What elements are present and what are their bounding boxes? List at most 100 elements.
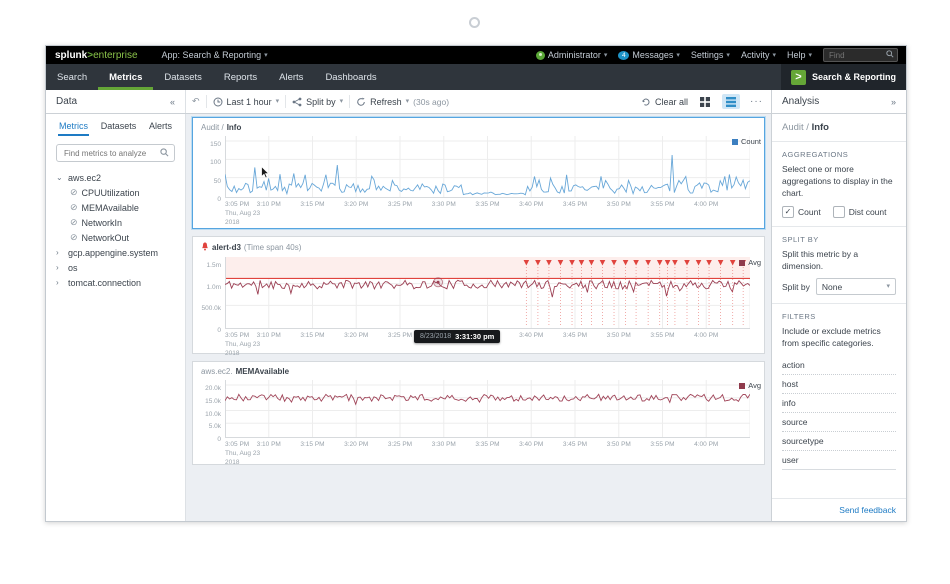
app-badge[interactable]: > Search & Reporting (781, 64, 906, 90)
data-panel-header: Data « (46, 90, 186, 113)
chart-card-audit-info[interactable]: Audit / Info 150100500 Count 3:05 PMThu,… (192, 117, 765, 229)
caret-down-icon: ▾ (726, 52, 730, 59)
filters-title: FILTERS (782, 312, 896, 321)
appbar-tabs: SearchMetricsDatasetsReportsAlertsDashbo… (46, 64, 388, 90)
chevron-right-icon[interactable]: › (56, 263, 64, 272)
appbar-tab-dashboards[interactable]: Dashboards (314, 64, 387, 90)
y-tick-label: 0 (217, 196, 221, 203)
split-by-value: None (822, 282, 842, 292)
legend-count[interactable]: Count (732, 137, 761, 146)
tree-metric-cpuutilization[interactable]: ⊘CPUUtilization (46, 185, 185, 200)
expand-panel-icon[interactable]: » (891, 97, 896, 107)
send-feedback-link[interactable]: Send feedback (839, 505, 896, 515)
splunk-logo[interactable]: splunk>enterprise (55, 50, 138, 61)
line-chart[interactable] (225, 257, 750, 329)
split-by-title: SPLIT BY (782, 235, 896, 244)
refresh-button[interactable]: Refresh ▾ (30s ago) (356, 97, 449, 107)
messages-menu[interactable]: 4 Messages ▾ (618, 50, 680, 60)
checkbox-box[interactable]: ✓ (782, 206, 794, 218)
user-menu[interactable]: Administrator ▾ (536, 50, 608, 60)
line-chart[interactable] (225, 136, 750, 198)
analysis-panel-header: Analysis » (771, 90, 906, 113)
x-tick-label: 3:40 PM (519, 332, 543, 341)
y-tick-label: 10.0k (205, 411, 221, 418)
chart-card-alert-d3[interactable]: alert-d3 (Time span 40s) 1.5m1.0m500.0k0… (192, 236, 765, 354)
appbar-tab-datasets[interactable]: Datasets (153, 64, 213, 90)
split-by-field-label: Split by (782, 282, 810, 292)
tree-item-os[interactable]: ›os (46, 260, 185, 275)
chart-card-memavailable[interactable]: aws.ec2. MEMAvailable 20.0k15.0k10.0k5.0… (192, 361, 765, 465)
activity-menu[interactable]: Activity ▾ (741, 50, 776, 60)
filter-item-info[interactable]: info (782, 394, 896, 413)
tree-item-aws-ec2[interactable]: ⌄aws.ec2 (46, 170, 185, 185)
tree-metric-memavailable[interactable]: ⊘MEMAvailable (46, 200, 185, 215)
x-axis: 3:05 PMThu, Aug 2320183:10 PM3:15 PM3:20… (225, 198, 750, 228)
tree-metric-label: NetworkIn (82, 218, 123, 228)
checkbox-box[interactable] (833, 206, 845, 218)
chevron-down-icon[interactable]: ⌄ (56, 173, 64, 182)
x-tick-label: 3:25 PM (388, 332, 412, 341)
metric-icon: ⊘ (70, 202, 78, 213)
grid-view-icon[interactable] (696, 94, 714, 109)
x-tick-label: 3:20 PM (344, 441, 368, 450)
split-by-button[interactable]: Split by ▾ (292, 97, 343, 107)
chevron-right-icon[interactable]: › (56, 278, 64, 287)
y-tick-label: 5.0k (209, 423, 221, 430)
sidebar-tab-alerts[interactable]: Alerts (148, 119, 173, 136)
x-tick-label: 3:05 PMThu, Aug 232018 (225, 201, 260, 227)
legend-avg[interactable]: Avg (739, 381, 761, 390)
list-view-icon[interactable] (722, 94, 740, 109)
analysis-metric-header: Audit / Info (772, 114, 906, 142)
collapse-sidebar-icon[interactable]: « (170, 97, 175, 107)
time-range-label: Last 1 hour (227, 97, 272, 107)
appbar-tab-metrics[interactable]: Metrics (98, 64, 153, 90)
x-tick-label: 3:40 PM (519, 441, 543, 450)
more-options-icon[interactable]: ··· (748, 96, 765, 107)
x-tick-label: 3:55 PM (650, 332, 674, 341)
line-chart[interactable] (225, 380, 750, 438)
tree-item-gcp-appengine-system[interactable]: › gcp.appengine.system (46, 245, 185, 260)
filter-item-sourcetype[interactable]: sourcetype (782, 432, 896, 451)
filter-item-host[interactable]: host (782, 375, 896, 394)
screen: splunk>enterprise App: Search & Reportin… (0, 0, 950, 584)
metric-icon: ⊘ (70, 232, 78, 243)
settings-menu[interactable]: Settings ▾ (691, 50, 730, 60)
time-range-button[interactable]: Last 1 hour ▾ (213, 97, 280, 107)
sidebar-tab-datasets[interactable]: Datasets (100, 119, 138, 136)
sidebar-tab-metrics[interactable]: Metrics (58, 119, 89, 136)
split-by-select[interactable]: None ▾ (816, 278, 896, 295)
help-menu[interactable]: Help ▾ (787, 50, 812, 60)
y-axis: 1.5m1.0m500.0k0 (193, 257, 225, 329)
filter-item-user[interactable]: user (782, 451, 896, 469)
caret-down-icon: ▾ (276, 98, 280, 105)
caret-down-icon: ▾ (808, 52, 812, 59)
y-tick-label: 500.0k (201, 305, 221, 312)
tree-item-tomcat-connection[interactable]: ›tomcat.connection (46, 275, 185, 290)
metrics-search-input[interactable] (62, 148, 160, 159)
appbar-tab-search[interactable]: Search (46, 64, 98, 90)
x-tick-label: 3:15 PM (300, 201, 324, 210)
filters-section: FILTERS Include or exclude metrics from … (772, 304, 906, 478)
aggregation-options: ✓Count Dist count (782, 206, 896, 218)
filter-item-source[interactable]: source (782, 413, 896, 432)
app-menu[interactable]: App: Search & Reporting ▾ (162, 50, 268, 60)
chevron-right-icon[interactable]: › (56, 248, 64, 257)
y-tick-label: 50 (214, 178, 221, 185)
tree-item-label: gcp.appengine.system (68, 248, 158, 258)
find-search[interactable] (823, 48, 898, 62)
clear-all-button[interactable]: Clear all (641, 97, 688, 107)
checkbox-dist-count[interactable]: Dist count (833, 206, 887, 218)
tree-metric-networkout[interactable]: ⊘NetworkOut (46, 230, 185, 245)
metrics-search[interactable] (56, 144, 175, 162)
find-input[interactable] (827, 50, 886, 61)
analysis-panel-title: Analysis (782, 96, 819, 107)
undo-icon[interactable]: ↶ (192, 96, 200, 107)
legend-avg[interactable]: Avg (739, 258, 761, 267)
y-tick-label: 1.5m (207, 262, 221, 269)
appbar-tab-reports[interactable]: Reports (213, 64, 268, 90)
filter-item-action[interactable]: action (782, 356, 896, 375)
checkbox-count[interactable]: ✓Count (782, 206, 821, 218)
tree-metric-networkin[interactable]: ⊘NetworkIn (46, 215, 185, 230)
appbar-tab-alerts[interactable]: Alerts (268, 64, 314, 90)
data-panel-title: Data (56, 96, 77, 107)
